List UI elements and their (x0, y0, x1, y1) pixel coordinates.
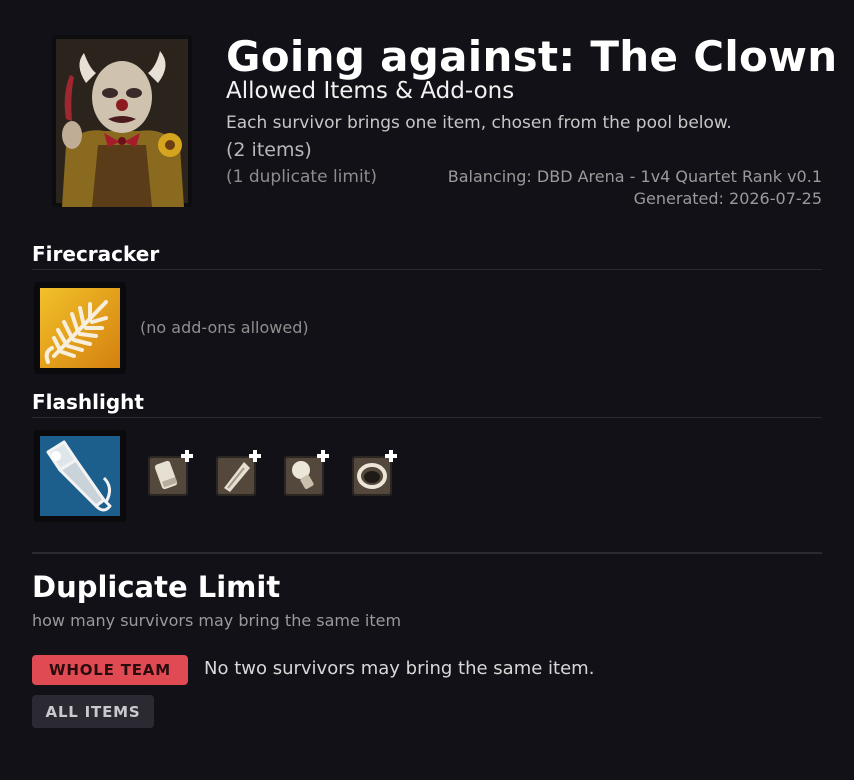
whole-team-button[interactable]: Whole Team (32, 655, 188, 685)
item-count: (2 items) (226, 139, 312, 161)
duplicate-limit-subtitle: how many survivors may bring the same it… (32, 611, 402, 630)
ring-lens-addon-icon[interactable] (350, 450, 400, 500)
item-heading-flashlight: Flashlight (32, 390, 144, 414)
section-rule (32, 269, 822, 270)
generated-date: Generated: 2026-07-25 (633, 189, 822, 208)
duplicate-option-description: No two survivors may bring the same item… (204, 658, 595, 679)
lens-tube-addon-icon[interactable] (214, 450, 264, 500)
firecracker-icon[interactable] (34, 282, 126, 374)
duplicate-limit-title: Duplicate Limit (32, 570, 281, 604)
page-description: Each survivor brings one item, chosen fr… (226, 113, 732, 133)
battery-addon-icon[interactable] (146, 450, 196, 500)
all-items-button[interactable]: All Items (32, 695, 154, 728)
item-heading-firecracker: Firecracker (32, 242, 160, 266)
flashlight-icon[interactable] (34, 430, 126, 522)
page-title: Going against: The Clown (226, 32, 838, 81)
bulb-addon-icon[interactable] (282, 450, 332, 500)
balancing-info: Balancing: DBD Arena - 1v4 Quartet Rank … (447, 167, 822, 186)
section-rule (32, 417, 822, 418)
clown-portrait (52, 35, 192, 207)
header: Going against: The Clown Allowed Items &… (0, 0, 854, 230)
section-divider (32, 552, 822, 554)
no-addons-note: (no add-ons allowed) (140, 318, 309, 337)
page-subtitle: Allowed Items & Add-ons (226, 78, 515, 104)
duplicate-limit-note: (1 duplicate limit) (226, 167, 377, 187)
